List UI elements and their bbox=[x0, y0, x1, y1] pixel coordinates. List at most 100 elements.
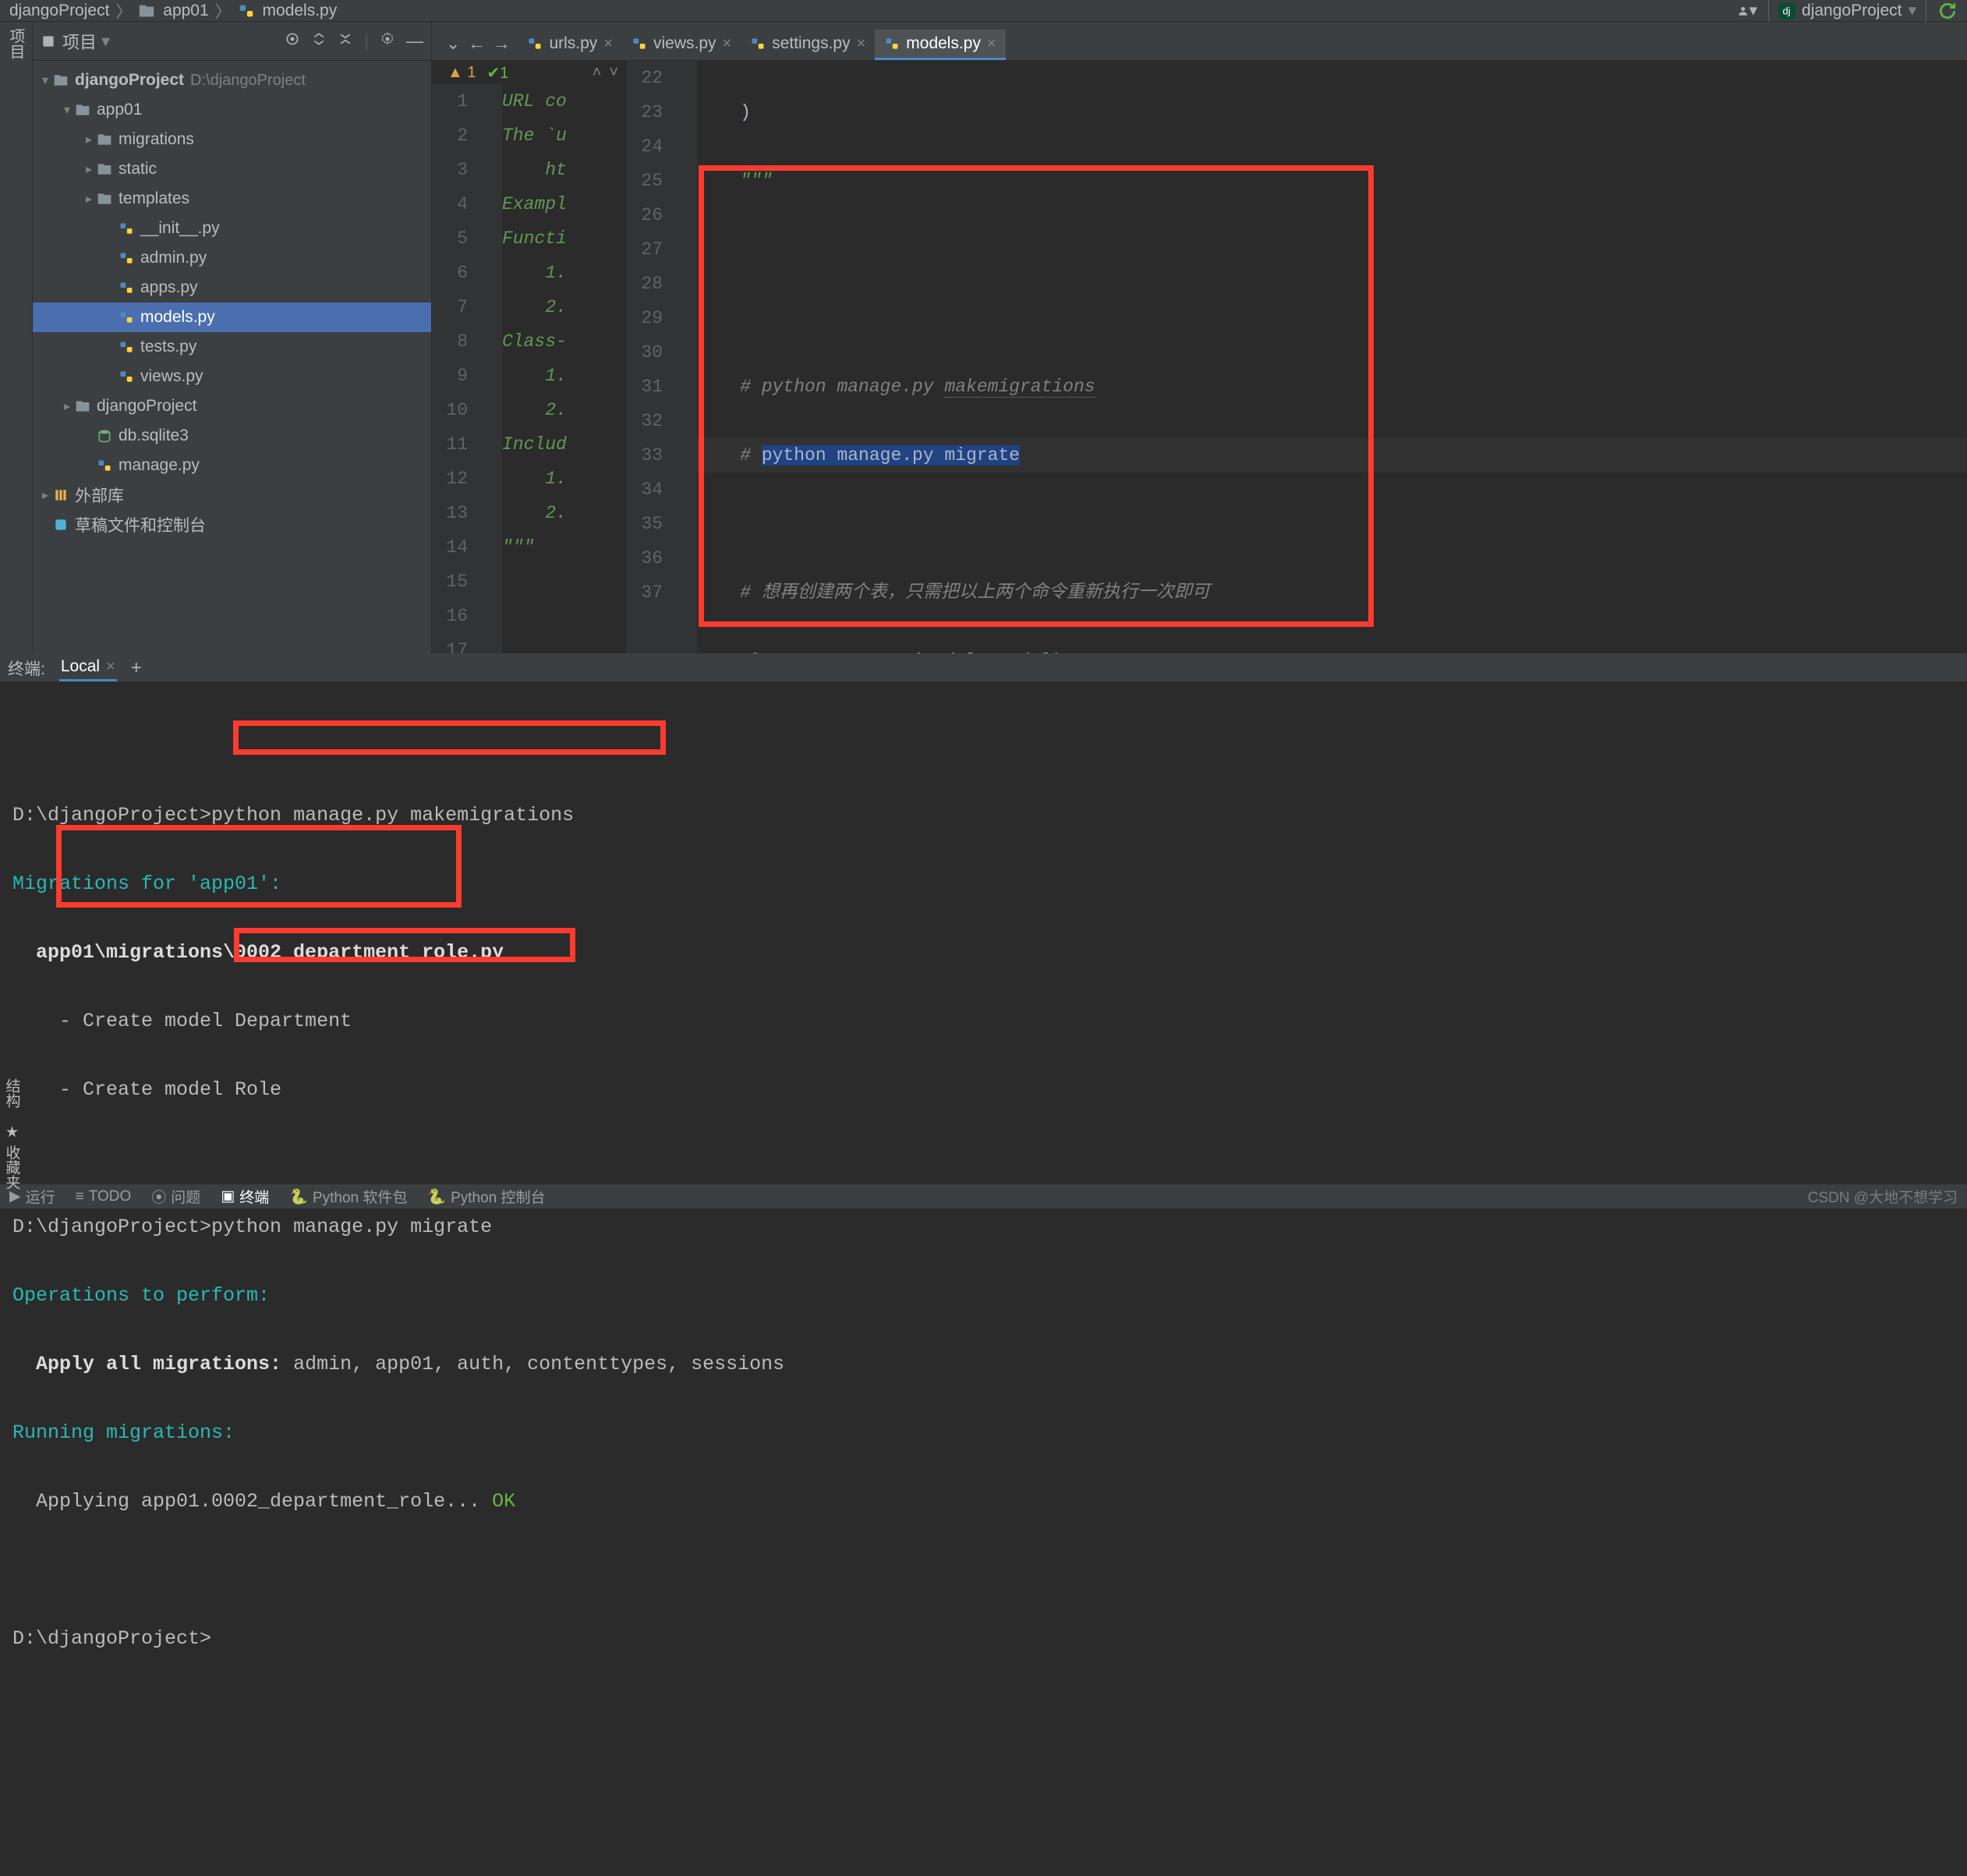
tree-item-label: apps.py bbox=[140, 278, 198, 297]
editor-tab[interactable]: models.py× bbox=[875, 30, 1005, 60]
project-panel-header: 项目 ▾ | — bbox=[33, 22, 431, 61]
python-file-icon bbox=[117, 369, 136, 384]
chevron-up-icon[interactable]: ˄ bbox=[593, 64, 602, 82]
tree-item-label: models.py bbox=[140, 308, 215, 327]
folder-icon bbox=[73, 102, 92, 118]
tree-item[interactable]: tests.py bbox=[33, 332, 431, 362]
close-icon[interactable]: × bbox=[723, 35, 732, 53]
editor-tab[interactable]: views.py× bbox=[622, 30, 741, 60]
svg-text:dj: dj bbox=[1783, 5, 1791, 16]
python-file-icon bbox=[238, 2, 255, 19]
tree-item[interactable]: manage.py bbox=[33, 451, 431, 480]
python-file-icon bbox=[750, 36, 766, 51]
editor-tab[interactable]: urls.py× bbox=[518, 30, 622, 60]
close-icon[interactable]: × bbox=[106, 658, 115, 676]
terminal-title: 终端: bbox=[8, 657, 45, 680]
tab-nav-left-icon[interactable]: ← bbox=[468, 34, 485, 54]
chevron-right-icon: 〉 bbox=[115, 0, 132, 23]
python-file-icon bbox=[884, 36, 900, 51]
divider: | bbox=[364, 31, 369, 51]
tab-nav-right-icon[interactable]: → bbox=[493, 34, 510, 54]
python-file-icon bbox=[95, 458, 114, 473]
tree-item[interactable]: db.sqlite3 bbox=[33, 421, 431, 451]
chevron-down-icon[interactable]: ˅ bbox=[609, 64, 618, 82]
locate-icon[interactable] bbox=[285, 31, 300, 51]
folder-icon bbox=[95, 191, 114, 207]
tree-item[interactable]: ▸ migrations bbox=[33, 125, 431, 154]
terminal-tool-window: 终端: Local × + D:\djangoProject>python ma… bbox=[0, 653, 1967, 1184]
tree-item-label: templates bbox=[119, 189, 189, 208]
scratch-icon bbox=[51, 517, 70, 533]
tree-arrow-icon[interactable]: ▸ bbox=[83, 132, 95, 147]
tree-item-label: static bbox=[119, 160, 157, 179]
breadcrumb-file[interactable]: models.py bbox=[238, 2, 338, 20]
tree-item[interactable]: views.py bbox=[33, 362, 431, 391]
database-icon bbox=[95, 428, 114, 444]
project-tree[interactable]: ▾djangoProjectD:\djangoProject▾app01▸mig… bbox=[33, 61, 431, 653]
python-file-icon bbox=[527, 36, 543, 51]
tree-arrow-icon[interactable]: ▸ bbox=[39, 487, 51, 503]
chevron-down-icon[interactable]: ▾ bbox=[101, 31, 110, 51]
rail-structure-tab[interactable]: 结构 bbox=[2, 1078, 23, 1108]
tree-item[interactable]: ▸外部库 bbox=[33, 480, 431, 510]
tree-item[interactable]: __init__.py bbox=[33, 214, 431, 243]
check-icon[interactable]: ✔1 bbox=[486, 63, 508, 83]
new-terminal-icon[interactable]: + bbox=[131, 657, 142, 679]
editor-tabs: ⌄ ← → urls.py×views.py×settings.py×model… bbox=[432, 22, 1967, 61]
folder-icon bbox=[95, 132, 114, 147]
tree-item[interactable]: apps.py bbox=[33, 273, 431, 303]
django-icon: dj bbox=[1778, 2, 1795, 19]
user-avatar-icon[interactable]: ▾ bbox=[1737, 3, 1757, 19]
close-icon[interactable]: × bbox=[987, 35, 996, 53]
collapse-all-icon[interactable] bbox=[338, 31, 353, 51]
hide-icon[interactable]: — bbox=[406, 31, 423, 51]
tree-arrow-icon[interactable]: ▾ bbox=[61, 102, 73, 118]
chevron-down-icon: ▾ bbox=[1908, 1, 1916, 20]
terminal-output[interactable]: D:\djangoProject>python manage.py makemi… bbox=[0, 681, 1967, 1876]
tab-dropdown-icon[interactable]: ⌄ bbox=[446, 34, 460, 54]
project-panel-title: 项目 bbox=[62, 29, 97, 54]
editor-pane-left[interactable]: ▲ 1 ✔1 ˄˅ 1234567891011121314151617 URL … bbox=[432, 61, 627, 653]
tree-item-hint: D:\djangoProject bbox=[190, 72, 306, 90]
rail-project-tab[interactable]: 项目 bbox=[5, 28, 27, 59]
tree-item[interactable]: ▸ static bbox=[33, 154, 431, 184]
tree-item[interactable]: ▸djangoProject bbox=[33, 391, 431, 421]
terminal-tab-local[interactable]: Local × bbox=[59, 654, 117, 681]
tree-item-label: djangoProject bbox=[75, 71, 184, 90]
project-icon bbox=[41, 34, 56, 49]
warning-icon[interactable]: ▲ 1 bbox=[448, 64, 476, 82]
project-tool-window: 项目 ▾ | — ▾djangoProjectD:\djangoProject▾… bbox=[33, 22, 432, 653]
tree-item-label: admin.py bbox=[140, 249, 207, 267]
editor-pane-right[interactable]: 22232425262728293031323334353637 ) """ #… bbox=[627, 61, 1967, 653]
chevron-right-icon: 〉 bbox=[215, 0, 232, 23]
tree-item[interactable]: ▾ app01 bbox=[33, 95, 431, 125]
tree-arrow-icon[interactable]: ▾ bbox=[39, 73, 51, 88]
close-icon[interactable]: × bbox=[857, 35, 866, 53]
breadcrumb-app[interactable]: app01 bbox=[138, 2, 208, 20]
tree-arrow-icon[interactable]: ▸ bbox=[61, 398, 73, 414]
folder-icon bbox=[73, 398, 92, 414]
tree-arrow-icon[interactable]: ▸ bbox=[83, 191, 95, 207]
run-config-selector[interactable]: dj djangoProject ▾ bbox=[1768, 0, 1926, 23]
tree-item-label: app01 bbox=[97, 101, 142, 119]
left-tool-rail: 项目 bbox=[0, 22, 33, 653]
tree-item-label: migrations bbox=[119, 130, 194, 149]
python-file-icon bbox=[117, 221, 136, 236]
folder-icon bbox=[95, 161, 114, 177]
tree-item[interactable]: admin.py bbox=[33, 243, 431, 273]
breadcrumb-project[interactable]: djangoProject bbox=[9, 2, 109, 20]
tree-arrow-icon[interactable]: ▸ bbox=[83, 161, 95, 177]
reload-icon[interactable] bbox=[1937, 1, 1958, 21]
gear-icon[interactable] bbox=[380, 31, 395, 51]
editor-tab[interactable]: settings.py× bbox=[741, 30, 875, 60]
tree-item[interactable]: ▾ djangoProject D:\djangoProject bbox=[33, 65, 431, 95]
tree-item[interactable]: ▸ templates bbox=[33, 184, 431, 214]
expand-all-icon[interactable] bbox=[311, 31, 327, 51]
rail-favorites-tab[interactable]: ★ 收藏夹 bbox=[2, 1124, 23, 1189]
close-icon[interactable]: × bbox=[603, 35, 613, 53]
top-toolbar: djangoProject 〉 app01 〉 models.py ▾ dj d… bbox=[0, 0, 1967, 22]
tree-item[interactable]: models.py bbox=[33, 303, 431, 332]
tree-item-label: views.py bbox=[140, 367, 203, 386]
tree-item[interactable]: 草稿文件和控制台 bbox=[33, 510, 431, 540]
folder-icon bbox=[138, 2, 155, 19]
